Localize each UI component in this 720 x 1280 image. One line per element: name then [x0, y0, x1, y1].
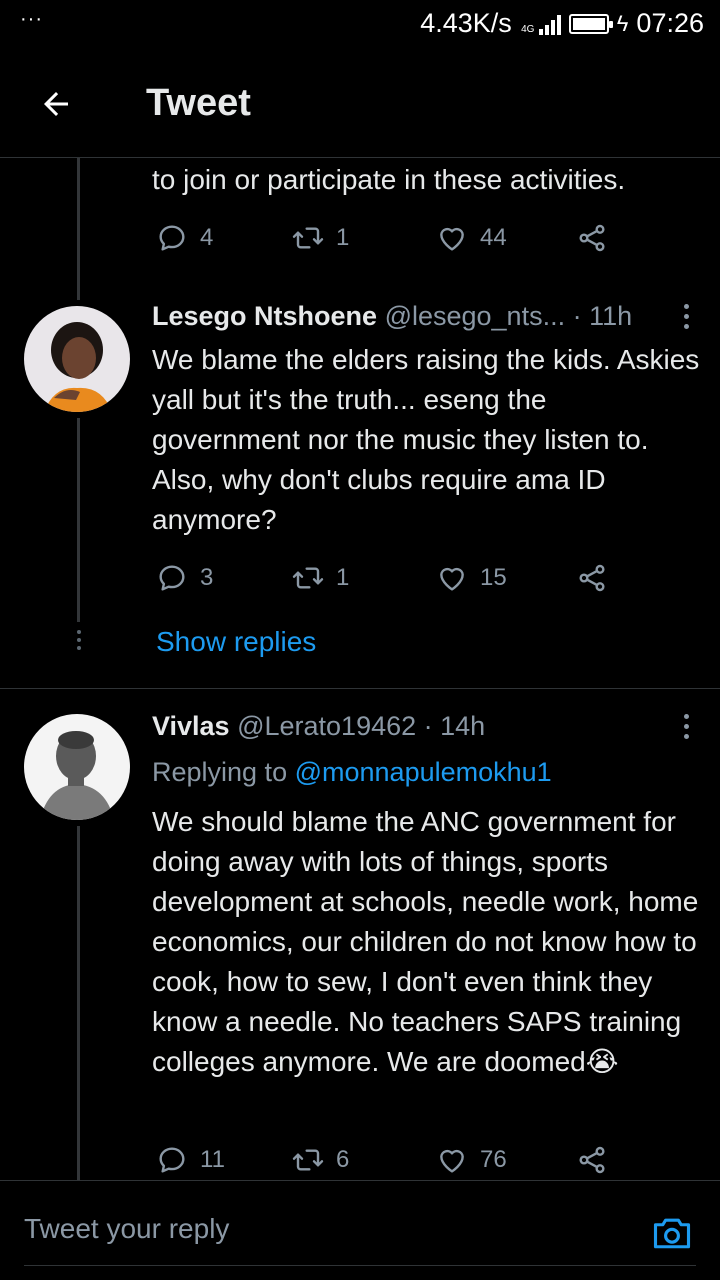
tweet-divider [0, 688, 720, 689]
tweet-text: to join or participate in these activiti… [152, 164, 626, 195]
more-dot [683, 303, 689, 309]
battery-icon [568, 13, 613, 34]
share-action[interactable] [576, 1144, 608, 1176]
reply-input[interactable]: Tweet your reply [24, 1213, 229, 1245]
tweet-time: · 14h [423, 711, 486, 741]
back-arrow-icon [44, 92, 68, 116]
back-button[interactable] [34, 82, 78, 126]
replying-to-label: Replying to [152, 757, 288, 787]
dot [77, 646, 81, 650]
thread-line [77, 158, 80, 300]
retweet-count: 6 [336, 1146, 350, 1173]
retweet-icon [292, 567, 324, 589]
more-options-button[interactable] [676, 298, 696, 334]
dot [77, 630, 81, 634]
reply-count: 4 [200, 224, 214, 251]
avatar[interactable] [24, 306, 130, 412]
tweet-text: We blame the elders raising the kids. As… [152, 344, 700, 535]
reply-icon [159, 225, 185, 251]
reply-action[interactable]: 4 [156, 222, 213, 254]
status-bar: ··· 4.43K/s 4G ϟ 07:26 [0, 0, 720, 50]
avatar-image [24, 714, 130, 820]
camera-button[interactable] [650, 1211, 694, 1255]
thread-continuation-dots [74, 630, 84, 650]
share-action[interactable] [576, 562, 608, 594]
notification-dots: ··· [20, 8, 43, 30]
tweet-text: We should blame the ANC government for d… [152, 806, 699, 1077]
author-handle[interactable]: @Lerato19462 [237, 711, 416, 741]
reply-icon [159, 1147, 185, 1173]
retweet-action[interactable]: 1 [292, 562, 349, 594]
reply-count: 3 [200, 564, 214, 591]
reply-icon [159, 565, 185, 591]
retweet-action[interactable]: 1 [292, 222, 349, 254]
retweet-count: 1 [336, 224, 350, 251]
tweet-header: Lesego Ntshoene @lesego_nts... · 11h [152, 298, 672, 334]
retweet-icon [292, 227, 324, 249]
more-dot [683, 713, 689, 719]
thread-line [77, 418, 80, 622]
reply-action[interactable]: 3 [156, 562, 213, 594]
more-options-button[interactable] [676, 708, 696, 744]
retweet-icon [292, 1149, 324, 1171]
author-handle[interactable]: @lesego_nts... [385, 301, 566, 331]
dot [77, 638, 81, 642]
share-icon [579, 224, 605, 252]
reply-count: 11 [200, 1146, 225, 1173]
network-speed: 4.43K/s [420, 8, 512, 38]
network-type-label: 4G [521, 23, 535, 35]
tweet-actions: 11 6 76 [152, 1144, 622, 1184]
tweet-actions: 4 1 44 [152, 222, 622, 262]
tweet-header: Vivlas @Lerato19462 · 14h [152, 708, 672, 744]
camera-icon [653, 1218, 691, 1249]
retweet-count: 1 [336, 564, 350, 591]
charging-icon: ϟ [616, 10, 629, 36]
heart-icon [440, 567, 464, 591]
like-count: 44 [480, 224, 507, 251]
heart-icon [440, 1149, 464, 1173]
like-count: 15 [480, 564, 507, 591]
author-name[interactable]: Vivlas [152, 711, 230, 741]
status-right: 4.43K/s 4G ϟ 07:26 [420, 8, 704, 39]
replying-to-handle[interactable]: @monnapulemokhu1 [295, 757, 552, 787]
like-count: 76 [480, 1146, 507, 1173]
author-name[interactable]: Lesego Ntshoene [152, 301, 377, 331]
more-dot [683, 313, 689, 319]
more-dot [683, 723, 689, 729]
share-icon [579, 564, 605, 592]
avatar[interactable] [24, 714, 130, 820]
status-time: 07:26 [636, 8, 704, 38]
like-action[interactable]: 44 [436, 222, 507, 254]
share-action[interactable] [576, 222, 608, 254]
tweet-time: · 11h [572, 301, 633, 331]
reply-action[interactable]: 11 [156, 1144, 225, 1176]
page-title: Tweet [146, 82, 251, 124]
network-type-icon: 4G [520, 13, 561, 35]
replying-to: Replying to @monnapulemokhu1 [152, 754, 552, 790]
share-icon [579, 1146, 605, 1174]
like-action[interactable]: 15 [436, 562, 507, 594]
heart-icon [440, 227, 464, 251]
tweet-actions: 3 1 15 [152, 562, 622, 602]
avatar-image [24, 306, 130, 412]
more-dot [683, 733, 689, 739]
retweet-action[interactable]: 6 [292, 1144, 349, 1176]
thread-line [77, 826, 80, 1180]
more-dot [683, 323, 689, 329]
signal-icon [538, 13, 561, 35]
reply-composer: Tweet your reply [0, 1180, 720, 1280]
input-underline [24, 1265, 696, 1266]
show-replies-link[interactable]: Show replies [156, 626, 316, 658]
top-app-bar: Tweet [0, 60, 720, 158]
like-action[interactable]: 76 [436, 1144, 507, 1176]
